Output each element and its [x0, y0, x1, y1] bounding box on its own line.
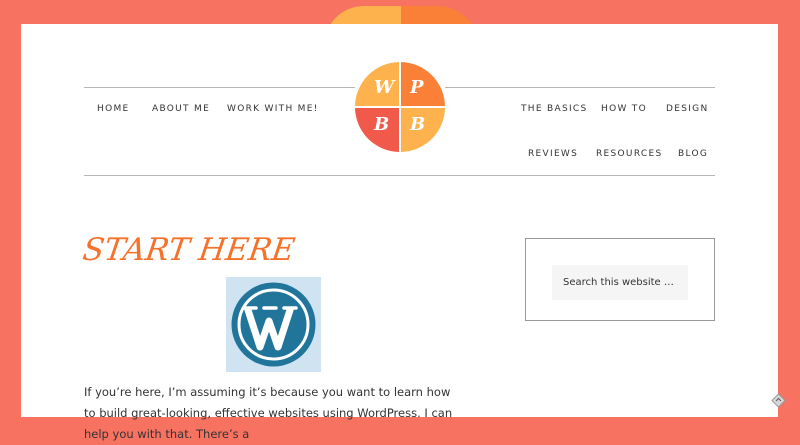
- nav-divider-right: [445, 87, 715, 88]
- nav-blog[interactable]: BLOG: [678, 149, 708, 159]
- logo-quadrant-b2: B: [400, 107, 445, 152]
- nav-reviews[interactable]: REVIEWS: [528, 149, 578, 159]
- logo-quadrant-b1: B: [355, 107, 400, 152]
- wordpress-logo-icon: [231, 282, 316, 367]
- post-title: START HERE: [80, 232, 298, 268]
- site-logo[interactable]: W P B B: [355, 62, 445, 152]
- logo-letter-w: W: [374, 77, 395, 98]
- nav-how-to[interactable]: HOW TO: [601, 104, 647, 114]
- nav-about-me[interactable]: ABOUT ME: [152, 104, 210, 114]
- scroll-to-top-icon[interactable]: [771, 393, 786, 408]
- post-body: If you’re here, I’m assuming it’s becaus…: [84, 385, 453, 441]
- nav-home[interactable]: HOME: [97, 104, 130, 114]
- logo-letter-b1: B: [374, 114, 390, 135]
- logo-letter-p: P: [410, 77, 424, 98]
- nav-divider-left: [84, 87, 355, 88]
- nav-work-with-me[interactable]: WORK WITH ME!: [227, 104, 319, 114]
- sidebar-search-widget: [525, 238, 715, 321]
- logo-quadrant-p: P: [400, 62, 445, 107]
- page-container: HOME ABOUT ME WORK WITH ME! THE BASICS H…: [21, 24, 778, 441]
- nav-divider-bottom: [84, 175, 715, 176]
- nav-resources[interactable]: RESOURCES: [596, 149, 663, 159]
- nav-the-basics[interactable]: THE BASICS: [521, 104, 588, 114]
- logo-quadrant-w: W: [355, 62, 400, 107]
- logo-letter-b2: B: [410, 114, 426, 135]
- nav-design[interactable]: DESIGN: [666, 104, 709, 114]
- search-input[interactable]: [552, 265, 688, 300]
- wordpress-image: [226, 277, 321, 372]
